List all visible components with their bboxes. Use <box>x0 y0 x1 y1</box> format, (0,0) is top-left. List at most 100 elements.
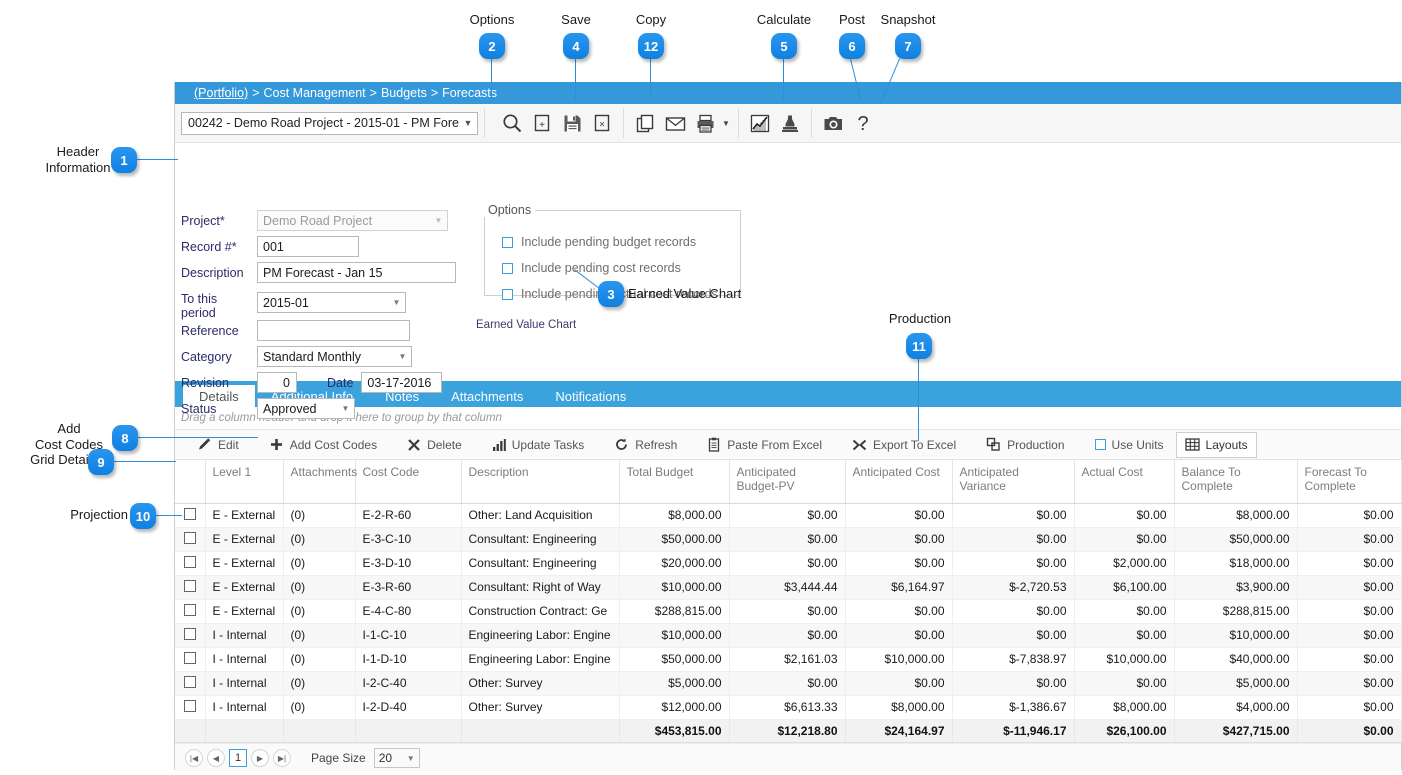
save-icon[interactable] <box>557 108 587 138</box>
row-select-checkbox[interactable] <box>175 695 206 720</box>
checkbox-icon[interactable] <box>183 627 196 640</box>
record-selector[interactable]: 00242 - Demo Road Project - 2015-01 - PM… <box>181 111 478 135</box>
update-tasks-button[interactable]: Update Tasks <box>484 432 593 458</box>
row-select-checkbox[interactable] <box>175 671 206 696</box>
checkbox-icon[interactable] <box>183 579 196 592</box>
col-actual-cost[interactable]: Actual Cost <box>1074 460 1175 504</box>
col-forecast-to-complete[interactable]: Forecast To Complete <box>1297 460 1402 504</box>
delete-icon[interactable]: × <box>587 108 617 138</box>
row-select-checkbox[interactable] <box>175 527 206 552</box>
table-row[interactable]: E - External (0) E-2-R-60 Other: Land Acqui… <box>175 503 1402 528</box>
copy-icon[interactable] <box>630 108 660 138</box>
help-icon[interactable]: ? <box>848 108 878 138</box>
col-level-1[interactable]: Level 1 <box>205 460 284 504</box>
table-row[interactable]: E - External (0) E-4-C-80 Construction Cont… <box>175 599 1402 624</box>
col-select[interactable] <box>175 460 206 504</box>
col-description[interactable]: Description <box>461 460 620 504</box>
col-cost-code[interactable]: Cost Code <box>355 460 462 504</box>
tab-attachments[interactable]: Attachments <box>435 385 539 407</box>
earned-value-chart-link[interactable]: Earned Value Chart <box>476 319 576 331</box>
search-icon[interactable] <box>497 108 527 138</box>
option-include-pending-budget-records[interactable]: Include pending budget records <box>502 235 696 249</box>
col-anticipated-budget-pv[interactable]: Anticipated Budget-PV <box>729 460 846 504</box>
cell-attachments[interactable]: (0) <box>283 503 356 528</box>
pager-next-button[interactable]: ▶ <box>251 749 269 767</box>
col-anticipated-variance[interactable]: Anticipated Variance <box>952 460 1075 504</box>
table-row[interactable]: E - External (0) E-3-D-10 Consultant: Engin… <box>175 551 1402 576</box>
checkbox-icon[interactable] <box>183 507 196 520</box>
checkbox-icon[interactable] <box>183 675 196 688</box>
row-select-checkbox[interactable] <box>175 551 206 576</box>
date-input[interactable]: 03-17-2016 <box>361 372 443 393</box>
col-total-budget[interactable]: Total Budget <box>619 460 730 504</box>
tab-notifications[interactable]: Notifications <box>539 385 642 407</box>
cell-attachments[interactable]: (0) <box>283 599 356 624</box>
revision-input[interactable]: 0 <box>257 372 297 393</box>
pager-last-button[interactable]: ▶| <box>273 749 291 767</box>
record-no-input[interactable]: 001 <box>257 236 359 257</box>
pager-first-button[interactable]: |◀ <box>185 749 203 767</box>
checkbox-icon[interactable] <box>1094 439 1106 450</box>
checkbox-icon[interactable] <box>183 603 196 616</box>
calculate-icon[interactable] <box>745 108 775 138</box>
paste-from-excel-button[interactable]: Paste From Excel <box>699 432 830 458</box>
snapshot-icon[interactable] <box>818 108 848 138</box>
checkbox-icon[interactable] <box>502 236 513 248</box>
table-row[interactable]: I - Internal (0) I-1-D-10 Engineering Labor… <box>175 647 1402 672</box>
production-button[interactable]: Production <box>978 432 1072 458</box>
cell-attachments[interactable]: (0) <box>283 647 356 672</box>
table-row[interactable]: I - Internal (0) I-2-C-40 Other: Survey $5,0… <box>175 671 1402 696</box>
breadcrumb-item-forecasts[interactable]: Forecasts <box>442 86 497 100</box>
delete-button[interactable]: Delete <box>399 432 470 458</box>
breadcrumb-item-cost-management[interactable]: Cost Management <box>264 86 366 100</box>
category-select[interactable]: Standard Monthly ▼ <box>257 346 412 367</box>
pager-prev-button[interactable]: ◀ <box>207 749 225 767</box>
layouts-button[interactable]: Layouts <box>1175 431 1257 458</box>
table-row[interactable]: E - External (0) E-3-C-10 Consultant: Engin… <box>175 527 1402 552</box>
cell-attachments[interactable]: (0) <box>283 695 356 720</box>
checkbox-icon[interactable] <box>502 288 513 300</box>
checkbox-icon[interactable] <box>183 555 196 568</box>
to-this-period-select[interactable]: 2015-01 ▼ <box>257 292 406 313</box>
export-to-excel-button[interactable]: Export To Excel <box>844 432 964 458</box>
col-balance-to-complete[interactable]: Balance To Complete <box>1174 460 1298 504</box>
row-select-checkbox[interactable] <box>175 575 206 600</box>
project-field[interactable]: Demo Road Project ▼ <box>257 210 448 231</box>
checkbox-icon[interactable] <box>502 262 513 274</box>
table-row[interactable]: E - External (0) E-3-R-60 Consultant: Right… <box>175 575 1402 600</box>
cell-attachments[interactable]: (0) <box>283 551 356 576</box>
row-select-checkbox[interactable] <box>175 623 206 648</box>
breadcrumb-item-budgets[interactable]: Budgets <box>381 86 427 100</box>
cell-attachments[interactable]: (0) <box>283 527 356 552</box>
page-size-select[interactable]: 20 ▼ <box>373 748 420 768</box>
group-by-dropzone[interactable]: Drag a column header and drop it here to… <box>175 407 1401 430</box>
checkbox-icon[interactable] <box>183 531 196 544</box>
refresh-button[interactable]: Refresh <box>606 432 685 458</box>
post-icon[interactable] <box>775 108 805 138</box>
add-cost-codes-button[interactable]: Add Cost Codes <box>261 432 385 458</box>
col-anticipated-cost[interactable]: Anticipated Cost <box>845 460 953 504</box>
cell-attachments[interactable]: (0) <box>283 575 356 600</box>
option-include-pending-cost-records[interactable]: Include pending cost records <box>502 261 681 275</box>
row-select-checkbox[interactable] <box>175 647 206 672</box>
breadcrumb-portfolio[interactable]: (Portfolio) <box>194 86 248 100</box>
row-select-checkbox[interactable] <box>175 599 206 624</box>
email-icon[interactable] <box>660 108 690 138</box>
cell-description: Consultant: Engineering <box>461 527 620 552</box>
use-units-checkbox[interactable]: Use Units <box>1087 432 1172 458</box>
edit-button[interactable]: Edit <box>189 432 247 458</box>
table-row[interactable]: I - Internal (0) I-1-C-10 Engineering Labor… <box>175 623 1402 648</box>
status-select[interactable]: Approved ▼ <box>257 398 355 419</box>
description-input[interactable]: PM Forecast - Jan 15 <box>257 262 456 283</box>
table-row[interactable]: I - Internal (0) I-2-D-40 Other: Survey $12,… <box>175 695 1402 720</box>
checkbox-icon[interactable] <box>183 651 196 664</box>
reference-input[interactable] <box>257 320 410 341</box>
cell-attachments[interactable]: (0) <box>283 623 356 648</box>
print-dropdown-caret-icon[interactable]: ▼ <box>720 108 732 138</box>
col-attachments[interactable]: Attachments <box>283 460 357 504</box>
cell-attachments[interactable]: (0) <box>283 671 356 696</box>
new-record-icon[interactable]: + <box>527 108 557 138</box>
print-icon[interactable] <box>690 108 720 138</box>
checkbox-icon[interactable] <box>183 699 196 712</box>
pager-page-1[interactable]: 1 <box>229 749 247 767</box>
